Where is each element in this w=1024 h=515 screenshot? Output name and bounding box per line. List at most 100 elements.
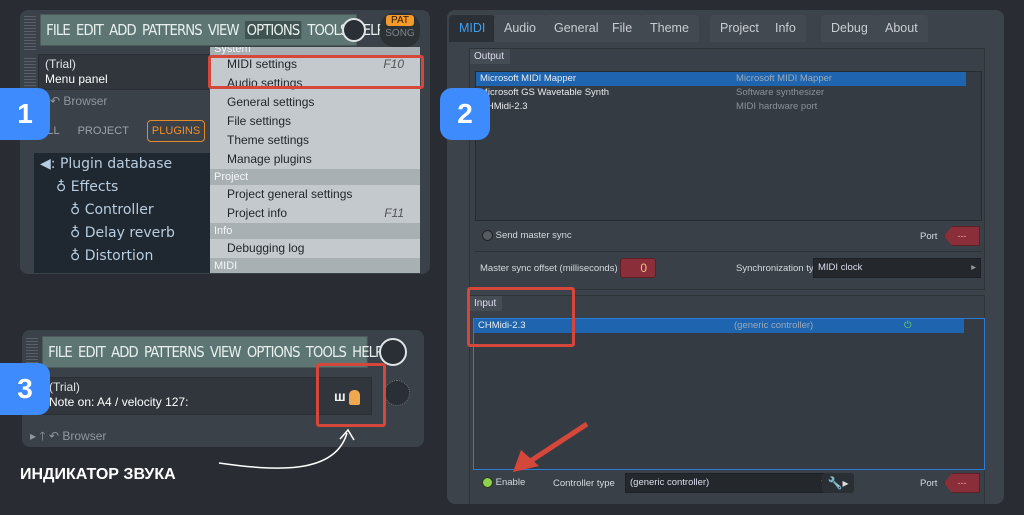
menu-edit[interactable]: EDIT [76,21,104,39]
pitch-knob[interactable] [384,380,410,406]
song-label: SONG [385,28,415,39]
tab-file[interactable]: File [602,15,643,42]
port-label: Port [920,478,938,489]
caption-sound-indicator: ИНДИКАТОР ЗВУКА [20,466,176,483]
menu-item-manage-plugins[interactable]: Manage plugins [210,150,420,169]
output-row[interactable]: CHMidi-2.3 MIDI hardware port [476,100,981,114]
menu-patterns[interactable]: PATTERNS [142,21,203,39]
tab-project[interactable]: Project [710,15,769,42]
tab-plugins[interactable]: PLUGINS [146,120,206,142]
menu-view[interactable]: VIEW [208,21,240,39]
section-midi: MIDI [210,258,420,273]
curved-arrow [218,428,355,469]
expand-icon[interactable]: ▸ [30,429,36,443]
section-system: System [210,47,420,55]
radio-icon [482,230,493,241]
section-info: Info [210,223,420,239]
menu-edit[interactable]: EDIT [78,343,106,361]
menu-tools[interactable]: TOOLS [306,343,347,361]
led-icon [482,477,493,488]
menu-item-general-settings[interactable]: General settings [210,93,420,112]
shortcut: F11 [384,206,404,220]
undo-icon[interactable]: ↶ [49,429,59,443]
power-icon[interactable]: ⏻ [904,319,912,333]
menu-item-debugging-log[interactable]: Debugging log [210,239,420,258]
hint-bar: (Trial) Menu panel [38,54,228,90]
up-icon[interactable]: 🡑 [39,429,45,443]
menu-add[interactable]: ADD [111,343,139,361]
menu-file[interactable]: FILE [48,343,73,361]
browser-title: Browser [63,94,108,108]
tab-general[interactable]: General [544,15,609,42]
plug-icon: ♁ [56,179,67,195]
browser-title: Browser [62,429,107,443]
master-sync-offset-label: Master sync offset (milliseconds) [480,263,618,274]
sync-type-label: Synchronization type [736,263,825,274]
tab-debug[interactable]: Debug [821,15,878,42]
master-volume-knob[interactable] [379,338,407,366]
browser-tabs: ALL PROJECT PLUGINS [40,120,206,142]
drag-grip[interactable] [24,16,36,50]
highlight-input-device [467,287,575,347]
undo-icon[interactable]: ↶ [50,94,60,108]
tree-item-controller[interactable]: ♁ Controller [34,199,210,222]
menu-help[interactable]: HELP [352,343,383,361]
send-master-sync-toggle[interactable]: Send master sync [482,230,572,241]
highlight-sound-indicator [316,363,386,427]
step-badge-1: 1 [0,88,50,140]
hint-line-1: (Trial) [45,57,76,71]
highlight-midi-settings [208,55,424,89]
browser-header: ▸ 🡑 ↶ Browser [30,427,106,447]
menu-view[interactable]: VIEW [210,343,242,361]
plug-icon: ♁ [70,248,81,264]
step-badge-2: 2 [440,88,490,140]
plug-icon: ♁ [70,202,81,218]
tree-item-effects[interactable]: ♁ Effects [34,176,210,199]
output-title: Output [470,49,511,64]
pat-song-toggle[interactable]: PAT SONG [380,13,420,47]
output-device-list: Microsoft MIDI Mapper Microsoft MIDI Mapp… [475,71,982,221]
wrench-icon[interactable]: 🔧▸ [822,473,854,493]
drag-grip[interactable] [24,58,36,88]
master-volume-knob[interactable] [342,18,366,42]
tab-project[interactable]: PROJECT [78,125,129,137]
browser-header: ↶ Browser [50,94,107,108]
pat-label: PAT [386,15,414,26]
input-port-selector[interactable]: --- [944,473,980,493]
step-badge-3: 3 [0,363,50,415]
controller-type-select[interactable]: (generic controller)▾ [625,473,831,493]
plugin-tree: ◀: Plugin database ♁ Effects ♁ Controlle… [34,153,210,273]
port-label: Port [920,231,938,242]
tree-item-distortion[interactable]: ♁ Distortion [34,245,210,268]
output-group: Output Microsoft MIDI Mapper Microsoft MI… [469,48,985,290]
menu-file[interactable]: FILE [46,21,71,39]
plug-icon: ♁ [70,225,81,241]
tab-theme[interactable]: Theme [640,15,699,42]
arrow-right-icon: ▸ [971,262,976,273]
menu-options[interactable]: OPTIONS [247,343,301,361]
tree-item-delay-reverb[interactable]: ♁ Delay reverb [34,222,210,245]
section-project: Project [210,169,420,185]
output-port-selector[interactable]: --- [944,226,980,246]
menu-options[interactable]: OPTIONS [244,21,302,39]
menu-patterns[interactable]: PATTERNS [144,343,205,361]
settings-tabs: MIDI Audio General File Theme Project In… [447,12,1004,42]
tab-audio[interactable]: Audio [494,15,546,42]
main-menu-bar: FILE EDIT ADD PATTERNS VIEW OPTIONS TOOL… [40,14,385,46]
tab-midi[interactable]: MIDI [449,15,496,42]
tree-item-plugin-database[interactable]: ◀: Plugin database [34,153,210,176]
menu-item-project-general-settings[interactable]: Project general settings [210,185,420,204]
speaker-icon: ◀: [40,156,56,172]
hint-line-2: Menu panel [45,72,108,86]
menu-add[interactable]: ADD [109,21,137,39]
menu-item-theme-settings[interactable]: Theme settings [210,131,420,150]
output-row[interactable]: Microsoft MIDI Mapper Microsoft MIDI Mapp… [476,72,966,86]
tab-about[interactable]: About [875,15,928,42]
menu-item-project-info[interactable]: Project info F11 [210,204,420,223]
sync-type-select[interactable]: MIDI clock ▸ [813,258,981,278]
master-sync-offset-input[interactable]: 0 [620,258,656,278]
output-row[interactable]: Microsoft GS Wavetable Synth Software syn… [476,86,981,100]
menu-item-file-settings[interactable]: File settings [210,112,420,131]
arrow-to-enable [513,421,589,472]
tab-info[interactable]: Info [765,15,806,42]
